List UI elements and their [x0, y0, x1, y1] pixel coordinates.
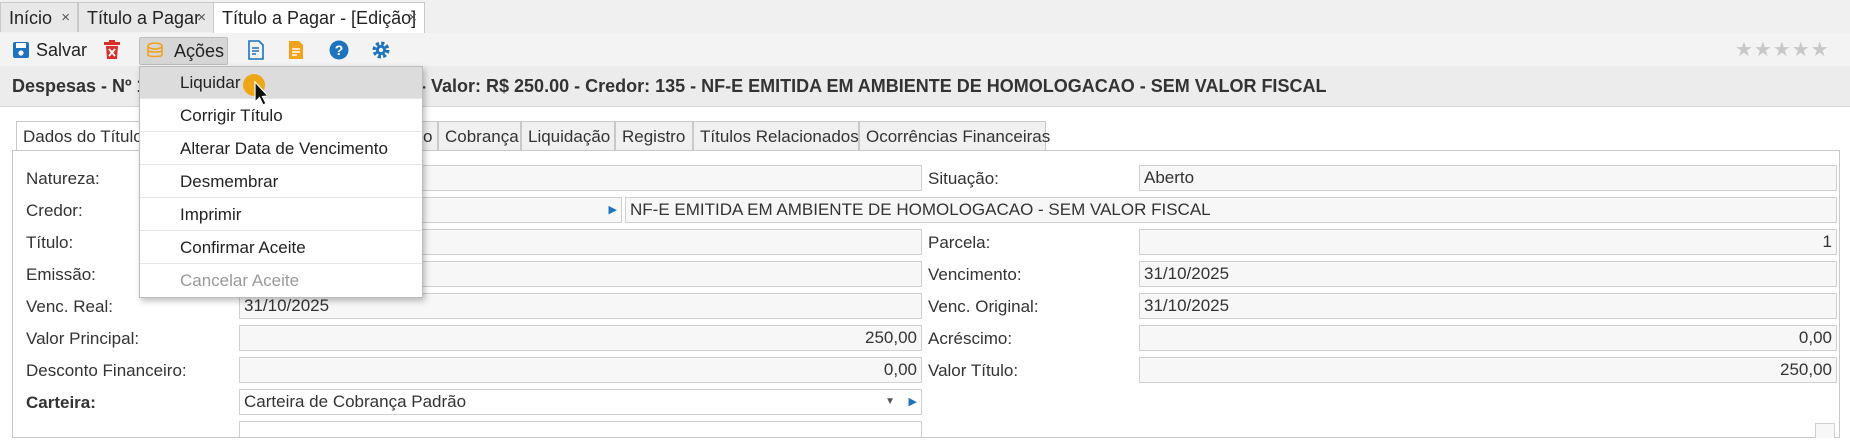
tab-ocorrencias-financeiras[interactable]: Ocorrências Financeiras — [859, 121, 1050, 151]
resize-handle[interactable] — [1815, 423, 1835, 438]
trash-icon — [104, 40, 120, 59]
parcela-label: Parcela: — [928, 233, 991, 252]
document-icon — [289, 41, 303, 59]
situacao-field: Aberto — [1139, 165, 1837, 191]
help-icon: ? — [329, 40, 349, 60]
window-tab-bar: Início × Título a Pagar × Título a Pagar… — [0, 0, 1850, 34]
record-title-suffix: 5 - Valor: R$ 250.00 - Credor: 135 - NF-… — [405, 76, 1327, 96]
tab-titulo-a-pagar[interactable]: Título a Pagar × — [78, 2, 214, 32]
actions-menu: Liquidar Corrigir Título Alterar Data de… — [139, 66, 423, 298]
actions-label: Ações — [174, 41, 225, 61]
save-label: Salvar — [36, 40, 88, 60]
toolbar: Salvar Ações ? ★★★★★ — [0, 33, 1850, 67]
vencimento-label: Vencimento: — [928, 265, 1022, 284]
database-gear-icon — [147, 42, 163, 58]
svg-text:?: ? — [335, 42, 344, 58]
menu-item-corrigir-titulo[interactable]: Corrigir Título — [140, 100, 422, 132]
desconto-financeiro-label: Desconto Financeiro: — [26, 361, 187, 380]
tab-label: Título a Pagar — [87, 8, 201, 28]
parcela-field: 1 — [1139, 229, 1837, 255]
tab-titulos-relacionados[interactable]: Títulos Relacionados — [693, 121, 859, 151]
carteira-value: Carteira de Cobrança Padrão — [244, 392, 467, 411]
lookup-arrow-icon[interactable]: ▶ — [609, 198, 617, 222]
acrescimo-field[interactable]: 0,00 — [1139, 325, 1837, 351]
menu-item-imprimir[interactable]: Imprimir — [140, 199, 422, 231]
help-button[interactable]: ? — [329, 37, 351, 63]
tab-label: Título a Pagar - [Edição] — [222, 8, 417, 28]
desconto-financeiro-field[interactable]: 0,00 — [239, 357, 922, 383]
save-button[interactable]: Salvar — [12, 37, 88, 63]
tab-registro[interactable]: Registro — [615, 121, 693, 151]
menu-item-desmembrar[interactable]: Desmembrar — [140, 166, 422, 198]
menu-item-confirmar-aceite[interactable]: Confirmar Aceite — [140, 232, 422, 264]
acrescimo-label: Acréscimo: — [928, 329, 1013, 348]
actions-button[interactable]: Ações — [139, 37, 228, 65]
carteira-label: Carteira: — [26, 393, 96, 412]
lookup-arrow-icon[interactable]: ▶ — [909, 390, 917, 414]
valor-principal-field[interactable]: 250,00 — [239, 325, 922, 351]
credor-label: Credor: — [26, 201, 83, 220]
natureza-label: Natureza: — [26, 169, 100, 188]
rating-stars[interactable]: ★★★★★ — [1735, 37, 1830, 62]
tab-dados-do-titulo[interactable]: Dados do Título — [16, 121, 143, 152]
next-field-partial[interactable] — [239, 421, 922, 437]
tab-titulo-a-pagar-edicao[interactable]: Título a Pagar - [Edição] × — [213, 2, 425, 34]
tab-cobranca[interactable]: Cobrança — [438, 121, 521, 151]
carteira-select[interactable]: Carteira de Cobrança Padrão ▼ ▶ — [239, 389, 922, 415]
valor-titulo-field: 250,00 — [1139, 357, 1837, 383]
document-export-icon — [248, 40, 264, 60]
settings-button[interactable] — [371, 37, 393, 63]
menu-item-cancelar-aceite: Cancelar Aceite — [180, 271, 300, 290]
close-icon[interactable]: × — [197, 3, 206, 33]
situacao-label: Situação: — [928, 169, 999, 188]
close-icon[interactable]: × — [61, 3, 70, 33]
mouse-cursor-icon — [243, 74, 267, 106]
record-title-prefix: Despesas - Nº 1 — [12, 76, 147, 96]
close-icon[interactable]: × — [408, 3, 417, 33]
export-button[interactable] — [247, 37, 269, 63]
menu-item-alterar-data-vencimento[interactable]: Alterar Data de Vencimento — [140, 133, 422, 165]
menu-item-liquidar[interactable]: Liquidar — [140, 67, 422, 99]
tab-label: Início — [9, 8, 53, 28]
gear-icon — [372, 41, 390, 59]
report-button[interactable] — [287, 37, 309, 63]
tab-liquidacao[interactable]: Liquidação — [521, 121, 615, 151]
valor-titulo-label: Valor Título: — [928, 361, 1019, 380]
chevron-down-icon[interactable]: ▼ — [885, 390, 895, 414]
valor-principal-label: Valor Principal: — [26, 329, 140, 348]
delete-button[interactable] — [101, 37, 125, 63]
save-icon — [13, 42, 29, 58]
credor-name-field: NF-E EMITIDA EM AMBIENTE DE HOMOLOGACAO … — [625, 197, 1837, 223]
tab-inicio[interactable]: Início × — [0, 2, 78, 32]
venc-original-label: Venc. Original: — [928, 297, 1039, 316]
vencimento-field[interactable]: 31/10/2025 — [1139, 261, 1837, 287]
emissao-label: Emissão: — [26, 265, 96, 284]
venc-original-field: 31/10/2025 — [1139, 293, 1837, 319]
titulo-label: Título: — [26, 233, 74, 252]
venc-real-label: Venc. Real: — [26, 297, 113, 316]
